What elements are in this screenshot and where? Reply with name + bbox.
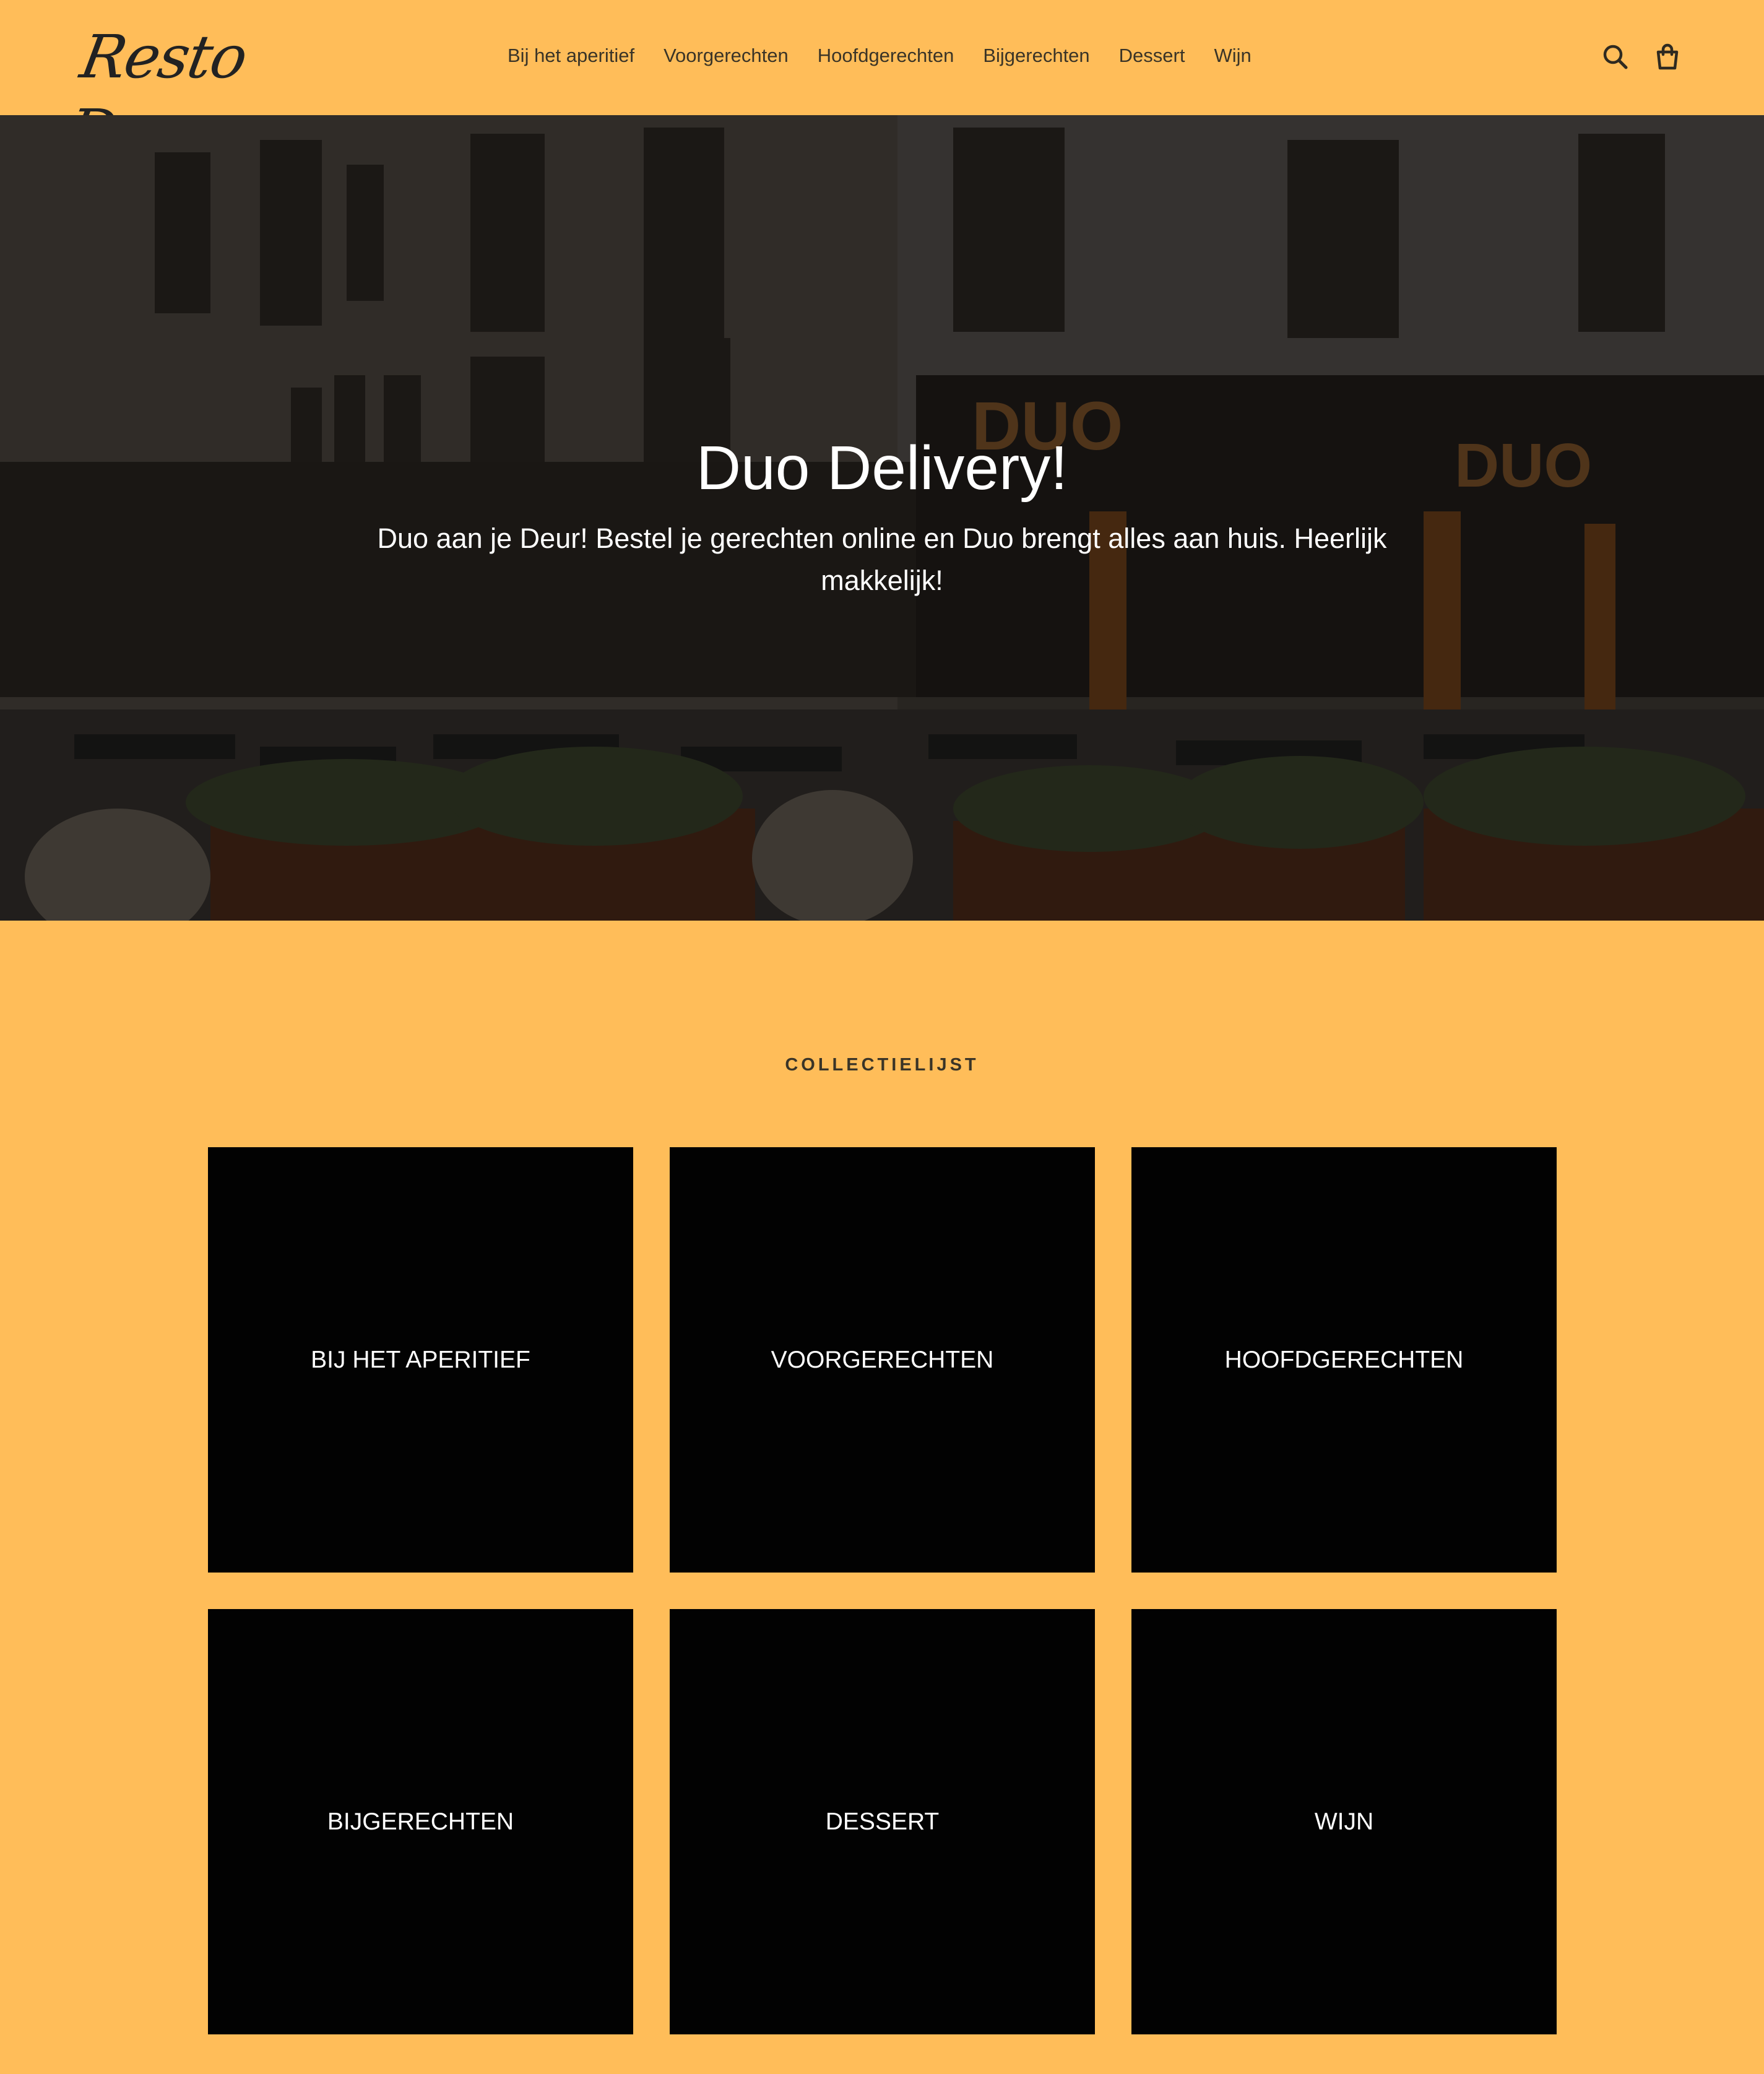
- collection-tile-label: WIJN: [1314, 1808, 1374, 1835]
- collection-tile-label: BIJ HET APERITIEF: [311, 1346, 530, 1373]
- collection-tile-wijn[interactable]: WIJN: [1131, 1609, 1557, 2034]
- cart-icon[interactable]: [1651, 41, 1684, 73]
- site-header: Resto Duo Bij het aperitief Voorgerechte…: [0, 0, 1764, 166]
- collection-tile-dessert[interactable]: DESSERT: [670, 1609, 1095, 2034]
- nav-item-wijn[interactable]: Wijn: [1214, 45, 1251, 67]
- collection-list-title: COLLECTIELIJST: [785, 1055, 979, 1075]
- hero-title: Duo Delivery!: [696, 433, 1068, 503]
- logo[interactable]: Resto Duo: [63, 20, 298, 166]
- nav-item-bijgerechten[interactable]: Bijgerechten: [983, 45, 1089, 67]
- collection-tile-label: VOORGERECHTEN: [771, 1346, 994, 1373]
- collection-tile-bij-het-aperitief[interactable]: BIJ HET APERITIEF: [208, 1147, 633, 1573]
- hero-banner: DUO DUO Duo Deliver: [0, 115, 1764, 921]
- nav-item-bij-het-aperitief[interactable]: Bij het aperitief: [508, 45, 634, 67]
- collection-tile-voorgerechten[interactable]: VOORGERECHTEN: [670, 1147, 1095, 1573]
- search-icon[interactable]: [1599, 41, 1632, 73]
- collection-tile-hoofdgerechten[interactable]: HOOFDGERECHTEN: [1131, 1147, 1557, 1573]
- nav-item-hoofdgerechten[interactable]: Hoofdgerechten: [818, 45, 954, 67]
- nav-item-voorgerechten[interactable]: Voorgerechten: [664, 45, 789, 67]
- collection-tile-bijgerechten[interactable]: BIJGERECHTEN: [208, 1609, 633, 2034]
- collection-tile-label: DESSERT: [825, 1808, 940, 1835]
- nav-item-dessert[interactable]: Dessert: [1119, 45, 1185, 67]
- hero-text: Duo aan je Deur! Bestel je gerechten onl…: [377, 523, 1387, 596]
- collection-tile-label: HOOFDGERECHTEN: [1224, 1346, 1464, 1373]
- collection-tile-label: BIJGERECHTEN: [327, 1808, 514, 1835]
- main-nav: Bij het aperitief Voorgerechten Hoofdger…: [508, 37, 1252, 74]
